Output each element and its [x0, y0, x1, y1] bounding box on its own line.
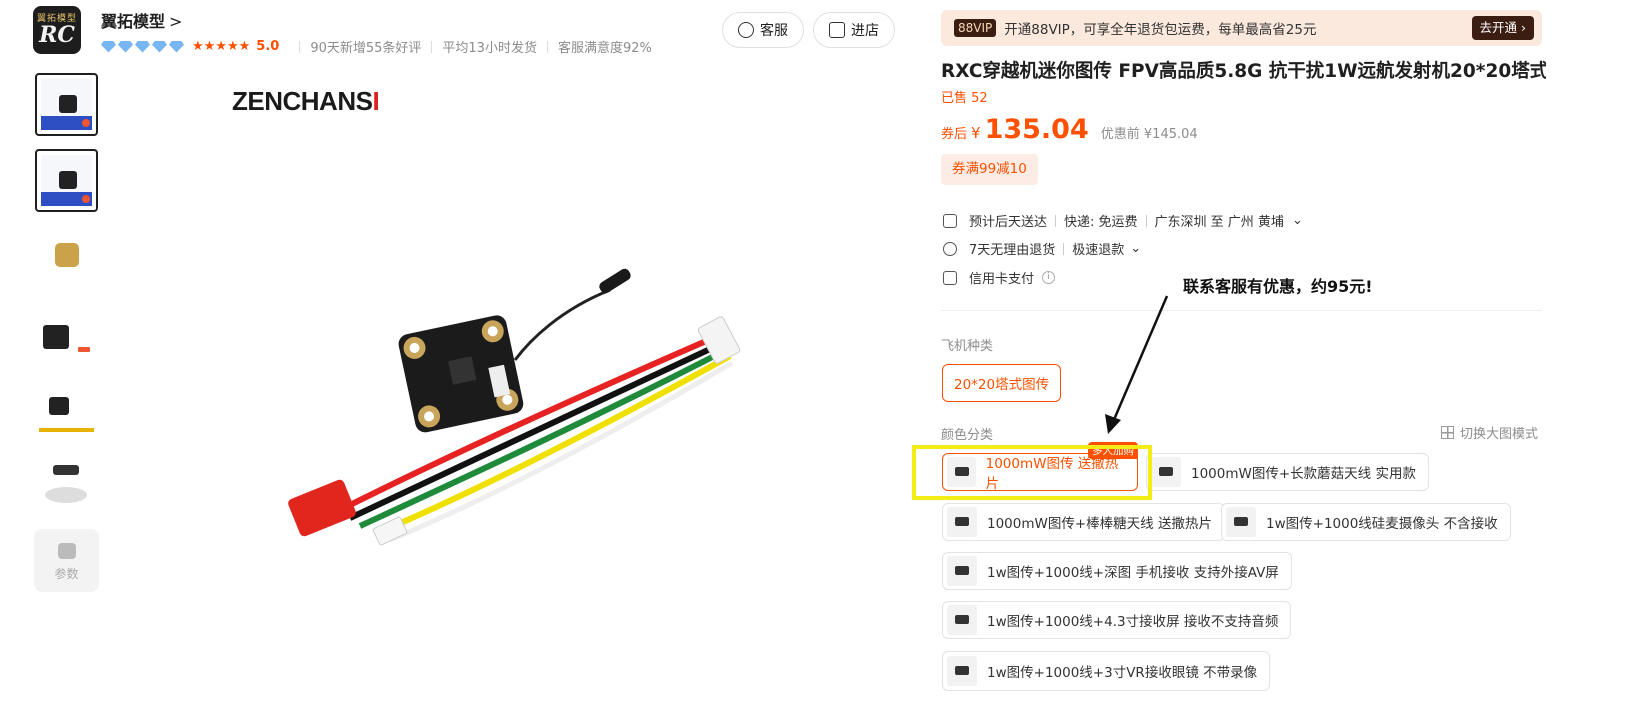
product-page: 翼拓模型 RC 翼拓模型 > ★★★★★ 5.0 90天新增55条好评 平均13小… [0, 0, 1652, 707]
annotation-arrow [1105, 295, 1169, 434]
